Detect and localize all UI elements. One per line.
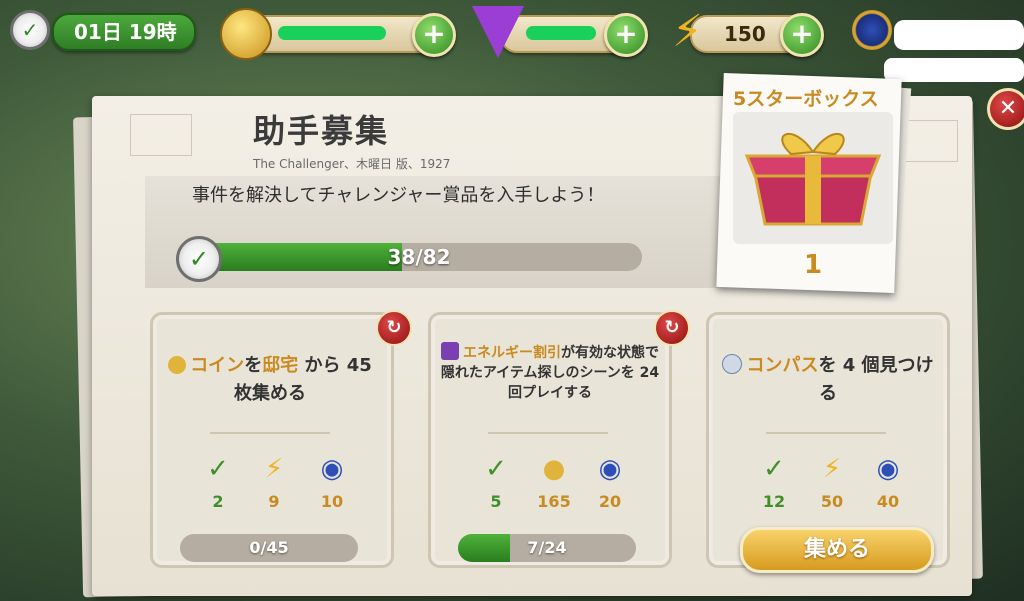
magnifier-medal-icon: ◉ [876,454,900,484]
newspaper-ornament-left [130,114,192,156]
main-progress-bar: 38/82 [196,243,642,271]
task-1-reward-medal: ◉ 10 [310,450,354,511]
check-icon: ✓ [485,454,507,484]
coin-icon: ● [542,454,566,484]
task-1-reward-check: ✓ 2 [196,450,240,511]
film-icon [441,342,459,360]
coin-icon [220,8,272,60]
redacted-name-field-2 [884,58,1024,82]
redacted-name-field [894,20,1024,50]
level-check-icon: ✓ [10,10,50,50]
reward-value: 20 [598,492,622,511]
task-3-reward-medal: ◉ 40 [866,450,910,511]
energy-value: 150 [724,22,766,46]
refresh-task-2-button[interactable]: ↻ [654,310,690,346]
task-2-title: エネルギー割引が有効な状態で隠れたアイテム探しのシーンを 24 回プレイする [440,342,660,403]
task-3-divider [766,432,886,434]
check-icon: ✓ [763,454,785,484]
compass-icon [722,354,743,374]
task-2-reward-coin: ● 165 [532,450,576,511]
energy-icon: ⚡ [822,454,842,484]
lightning-icon: ⚡ [672,6,703,57]
reward-value: 40 [876,492,900,511]
energy-icon: ⚡ [264,454,284,484]
redacted-coin-amount [278,26,386,40]
task-3-title-rest: を 4 個見つける [818,355,934,404]
task-2-title-discount: エネルギー割引 [463,345,561,361]
close-button[interactable]: ✕ [987,88,1024,130]
add-gems-button[interactable]: + [604,13,648,57]
top-bar: ✓ 01日 19時 + + 150 ⚡ + [0,0,1024,82]
star-box-title: 5スターボックス [733,88,879,110]
timer-pill: 01日 19時 [52,13,196,51]
task-2-progress-label: 7/24 [527,538,567,557]
task-2-divider [488,432,608,434]
main-progress-label: 38/82 [387,245,451,269]
reward-value: 10 [320,492,344,511]
task-card-1 [150,312,394,568]
collect-button[interactable]: 集める [740,527,934,573]
task-1-progress-label: 0/45 [249,538,289,557]
task-2-reward-check: ✓ 5 [474,450,518,511]
reward-value: 9 [268,492,280,511]
add-energy-button[interactable]: + [780,13,824,57]
magnifier-medal-icon [852,10,892,50]
page-title: 助手募集 [253,112,390,150]
timer-text: 01日 19時 [74,20,177,44]
task-1-reward-energy: ⚡ 9 [252,450,296,511]
check-icon: ✓ [176,236,222,282]
task-1-title: コインを邸宅 から 45 枚集める [160,352,380,408]
task-1-title-wo: を [244,355,263,376]
reward-value: 2 [212,492,224,511]
refresh-task-1-button[interactable]: ↻ [376,310,412,346]
task-1-title-coin: コイン [190,355,245,376]
goal-text: 事件を解決してチャレンジャー賞品を入手しよう！ [192,185,605,206]
task-2-reward-medal: ◉ 20 [588,450,632,511]
task-2-progress-bar: 7/24 [458,534,636,562]
task-3-reward-energy: ⚡ 50 [810,450,854,511]
add-coins-button[interactable]: + [412,13,456,57]
reward-value: 165 [537,492,571,511]
reward-value: 12 [762,492,786,511]
diamond-icon [472,6,524,58]
page-subtitle: The Challenger、木曜日 版、1927 [253,157,451,171]
task-1-progress-bar: 0/45 [180,534,358,562]
reward-value: 5 [490,492,502,511]
task-3-title: コンパスを 4 個見つける [718,352,938,408]
task-3-reward-check: ✓ 12 [752,450,796,511]
task-3-title-compass: コンパス [746,355,819,376]
task-1-divider [210,432,330,434]
gift-box-icon [733,112,893,244]
check-icon: ✓ [207,454,229,484]
magnifier-medal-icon: ◉ [598,454,622,484]
reward-value: 50 [820,492,844,511]
task-1-title-mansion: 邸宅 [262,355,299,376]
magnifier-medal-icon: ◉ [320,454,344,484]
redacted-gem-amount [526,26,596,40]
star-box-count: 1 [803,250,823,280]
coin-icon [168,356,187,374]
